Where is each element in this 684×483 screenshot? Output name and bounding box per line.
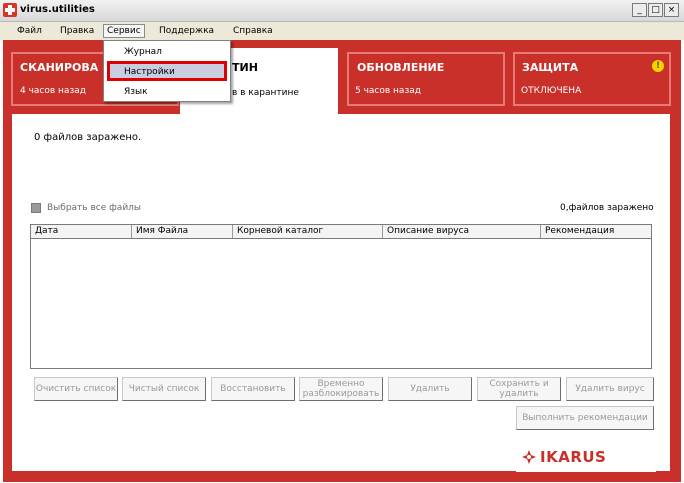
column-recommendation[interactable]: Рекомендация <box>541 225 651 238</box>
menu-edit[interactable]: Правка <box>57 24 97 38</box>
infected-count-text: 0 файлов заражено. <box>34 132 142 143</box>
clean-list-button[interactable]: Чистый список <box>122 377 206 401</box>
column-filename[interactable]: Имя Файла <box>132 225 233 238</box>
column-virus-desc[interactable]: Описание вируса <box>383 225 541 238</box>
menu-support[interactable]: Поддержка <box>156 24 217 38</box>
title-bar <box>0 0 684 22</box>
maximize-button[interactable]: □ <box>648 3 663 17</box>
menu-service[interactable]: Сервис <box>103 24 145 38</box>
select-all-label: Выбрать все файлы <box>47 203 142 213</box>
menu-file[interactable]: Файл <box>14 24 45 38</box>
tile-scan-subtitle: 4 часов назад <box>20 86 86 96</box>
app-cross-icon <box>3 3 17 17</box>
close-button[interactable]: × <box>664 3 679 17</box>
window-title: virus.utilities <box>20 4 95 15</box>
minimize-button[interactable]: _ <box>632 3 647 17</box>
apply-recommendations-button[interactable]: Выполнить рекомендации <box>516 406 654 430</box>
restore-button[interactable]: Восстановить <box>211 377 295 401</box>
tile-update-title: ОБНОВЛЕНИЕ <box>357 61 445 74</box>
delete-button[interactable]: Удалить <box>388 377 472 401</box>
tile-update-subtitle: 5 часов назад <box>355 86 421 96</box>
menu-item-language[interactable]: Язык <box>104 83 230 101</box>
service-dropdown-menu: Журнал Настройки Язык <box>103 40 231 102</box>
menu-item-journal[interactable]: Журнал <box>104 43 230 61</box>
save-delete-button[interactable]: Сохранить и удалить <box>477 377 561 401</box>
unblock-button[interactable]: Временно разблокировать <box>299 377 383 401</box>
tile-quarantine-title: ТИН <box>232 61 258 74</box>
delete-virus-button[interactable]: Удалить вирус <box>566 377 654 401</box>
ikarus-logo-icon <box>522 450 536 464</box>
tile-protection-subtitle: ОТКЛЮЧЕНА <box>521 86 582 96</box>
tile-protection-title: ЗАЩИТА <box>522 61 579 74</box>
select-all-checkbox[interactable] <box>31 203 41 213</box>
ikarus-logo-text: IKARUS <box>540 448 607 466</box>
quarantine-list[interactable] <box>30 239 652 369</box>
column-root-dir[interactable]: Корневой каталог <box>233 225 383 238</box>
table-header: Дата Имя Файла Корневой каталог Описание… <box>30 224 652 239</box>
tile-scan-title: СКАНИРОВА <box>20 61 99 74</box>
menu-item-settings[interactable]: Настройки <box>104 63 230 81</box>
warning-icon: ! <box>652 60 664 72</box>
menu-help[interactable]: Справка <box>230 24 276 38</box>
clear-list-button[interactable]: Очистить список <box>34 377 118 401</box>
infected-count-label: 0,файлов заражено <box>560 203 654 213</box>
column-date[interactable]: Дата <box>31 225 132 238</box>
tile-quarantine-subtitle: в в карантине <box>232 88 299 98</box>
